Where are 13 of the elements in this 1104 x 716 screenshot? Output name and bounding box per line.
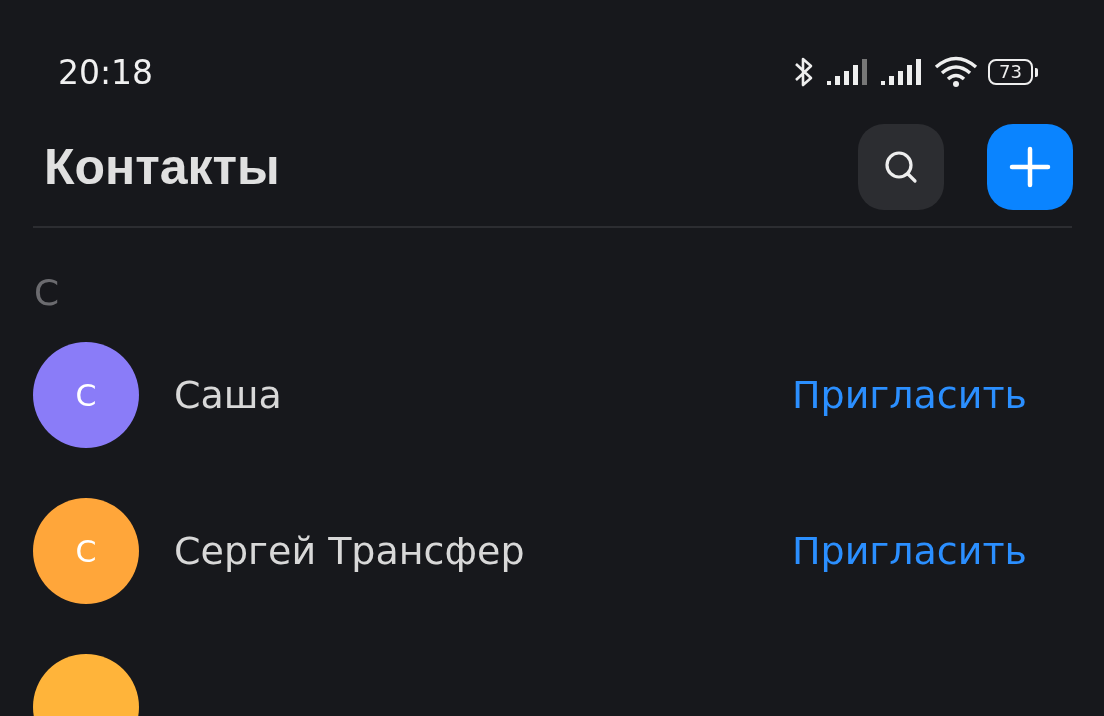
page-title: Контакты [44,138,280,196]
add-contact-button[interactable] [987,124,1073,210]
section-letter: С [34,272,61,315]
invite-link[interactable]: Пригласить [791,529,1027,573]
search-button[interactable] [858,124,944,210]
plus-icon [1008,145,1052,189]
contact-name[interactable]: Сергей Трансфер [174,529,792,573]
avatar: С [33,342,139,448]
invite-link[interactable]: Пригласить [791,373,1027,417]
contact-name[interactable]: Саша [174,373,792,417]
status-time: 20:18 [58,52,154,92]
avatar: С [33,498,139,604]
wifi-icon [934,56,979,88]
